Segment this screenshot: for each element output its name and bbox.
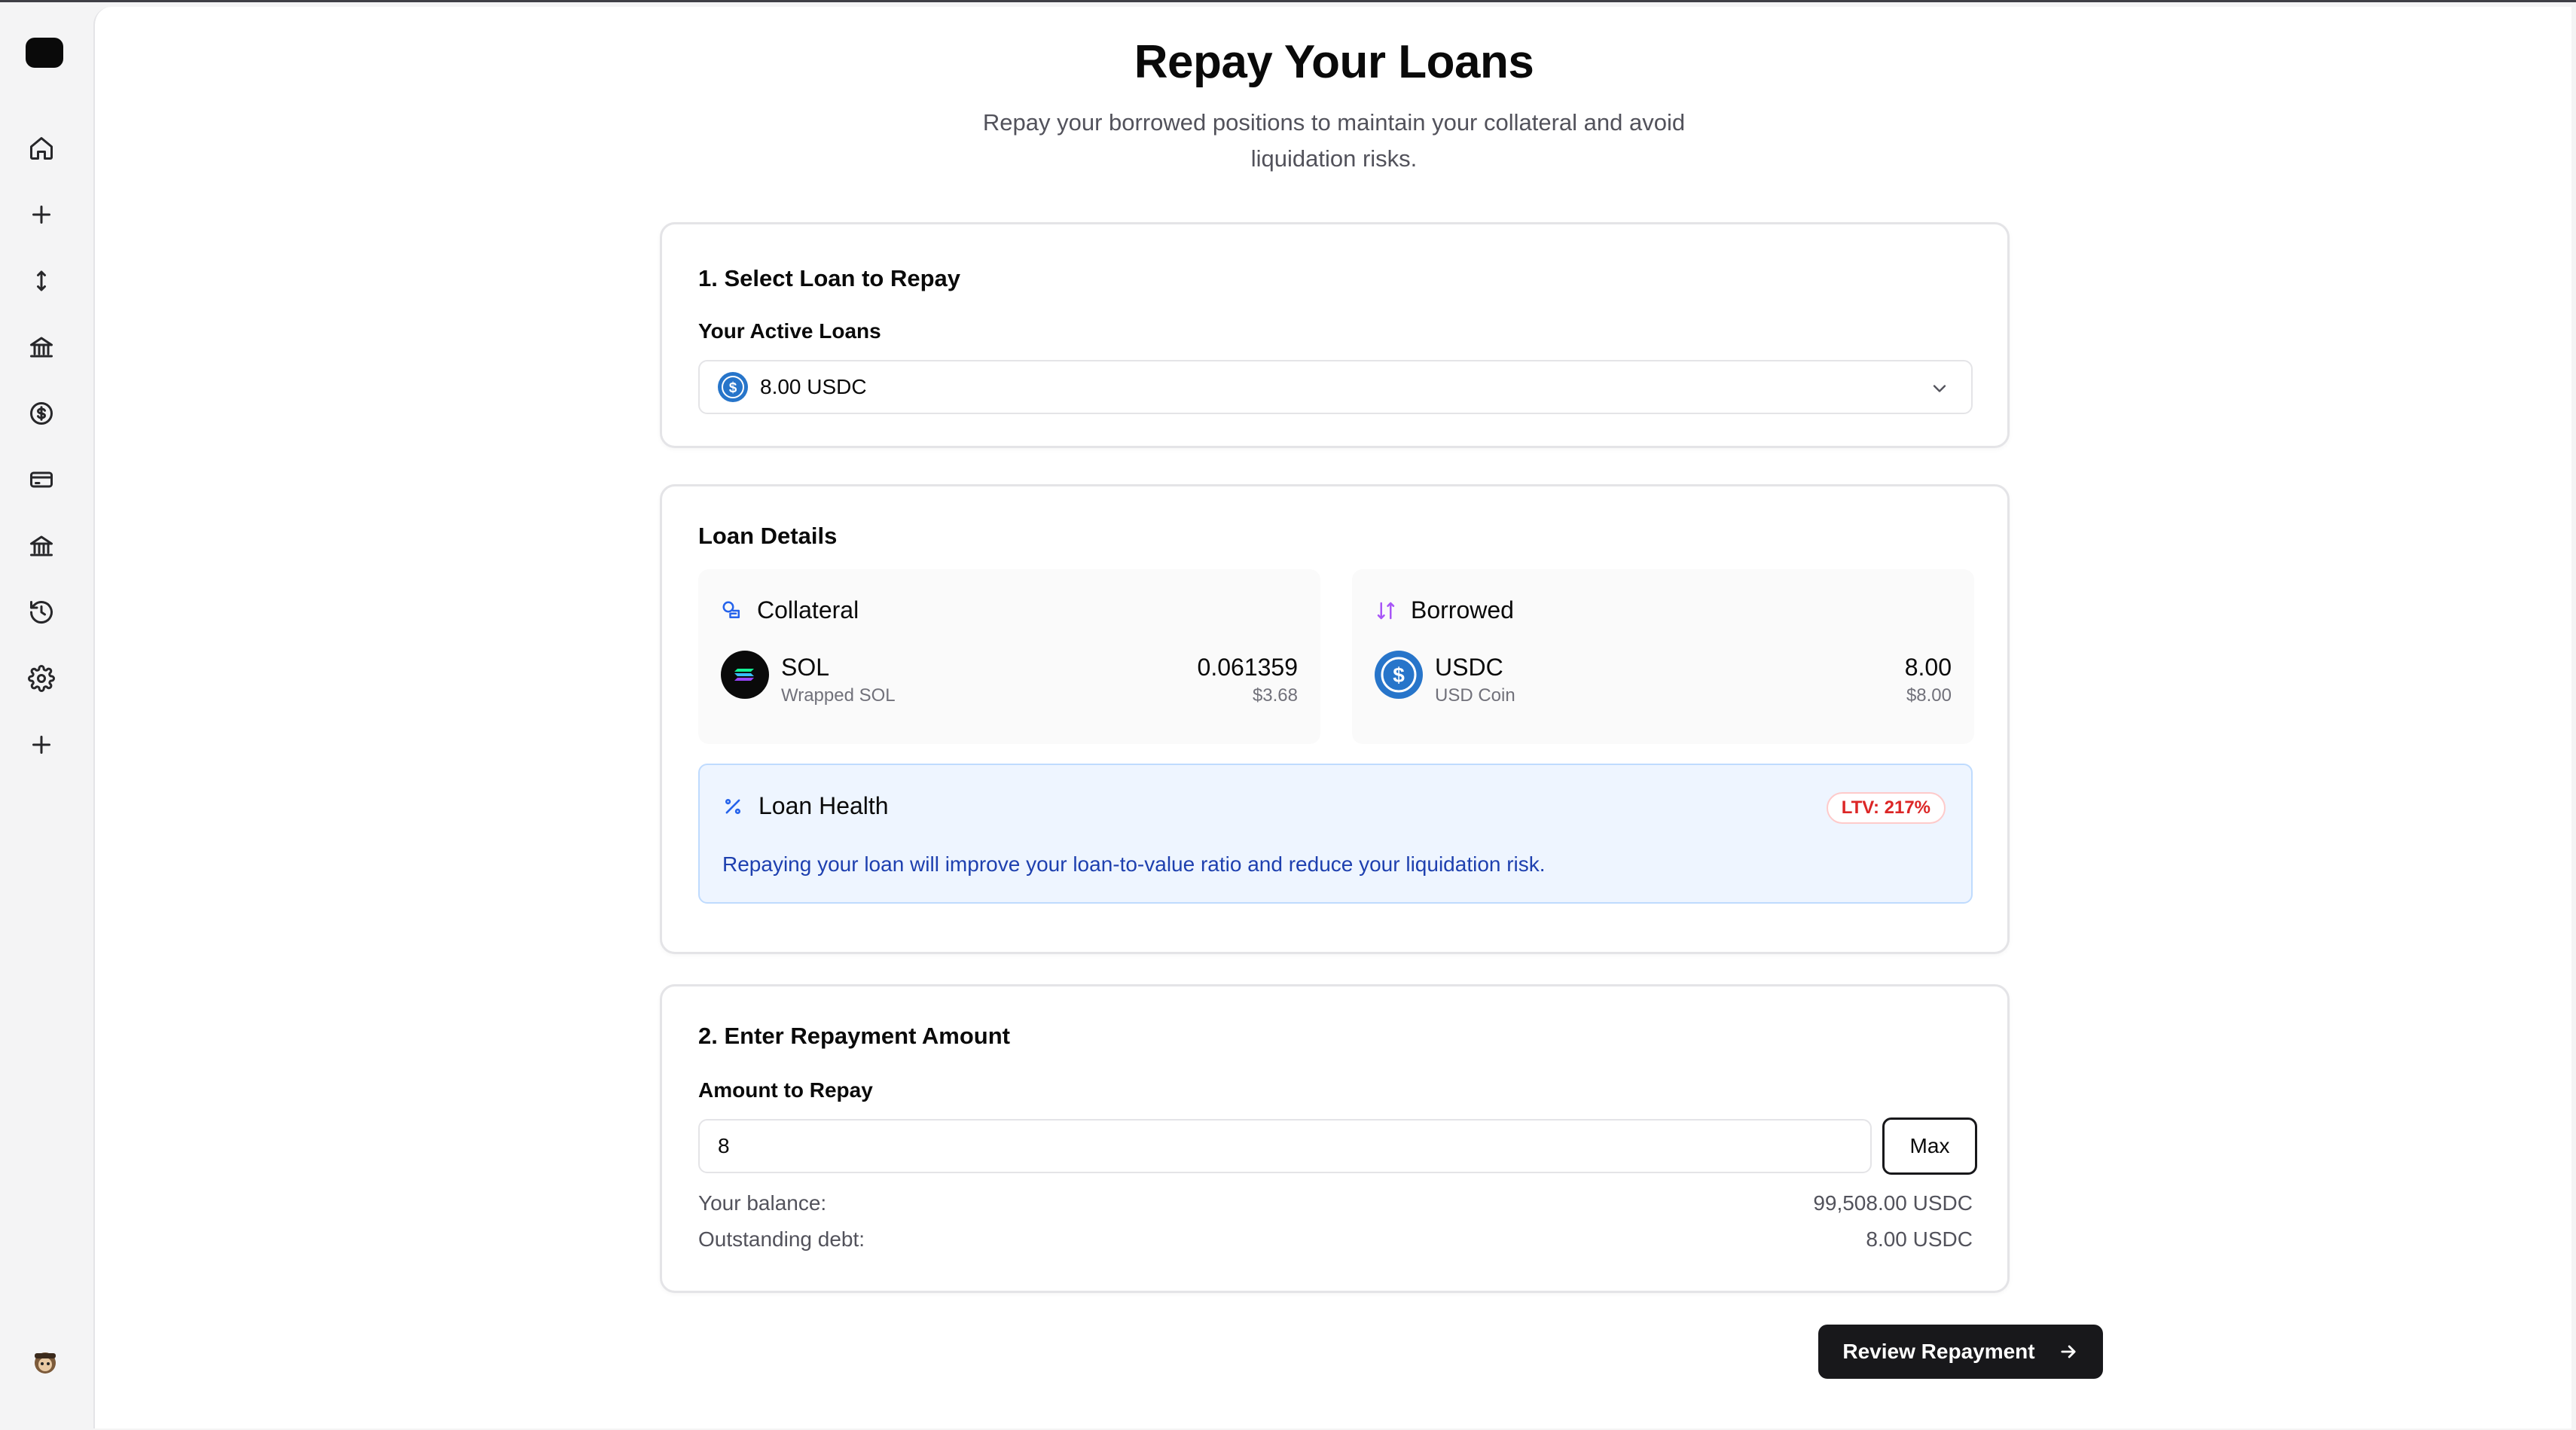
review-repayment-label: Review Repayment [1842, 1340, 2035, 1363]
asset-amount: 8.00 [1904, 654, 1952, 681]
bank-icon[interactable] [26, 331, 57, 363]
amount-label: Amount to Repay [698, 1078, 873, 1102]
section-title: Loan Details [698, 523, 838, 549]
active-loans-label: Your Active Loans [698, 319, 881, 343]
debt-label: Outstanding debt: [698, 1227, 865, 1251]
app-logo[interactable] [26, 38, 63, 68]
repay-amount-input[interactable] [698, 1119, 1872, 1173]
percent-icon [725, 798, 741, 814]
page-title: Repay Your Loans [1134, 36, 1534, 88]
loan-health-heading: Loan Health [722, 792, 889, 820]
debt-value: 8.00 USDC [1866, 1227, 1973, 1251]
app-frame: Repay Your Loans Repay your borrowed pos… [0, 0, 2576, 1430]
select-loan-card: 1. Select Loan to Repay Your Active Loan… [660, 222, 2010, 448]
coins-icon [722, 601, 740, 618]
plus-icon[interactable] [26, 729, 57, 761]
balance-row: Your balance: 99,508.00 USDC [698, 1191, 1973, 1215]
loan-details-card: Loan Details Collateral SOL Wrapped SOL … [660, 484, 2010, 954]
arrows-up-down-icon [1377, 602, 1395, 619]
credit-card-icon[interactable] [26, 464, 57, 495]
collateral-panel: Collateral SOL Wrapped SOL 0.061359 $3.6… [698, 569, 1320, 744]
history-icon[interactable] [26, 596, 57, 628]
asset-symbol: SOL [781, 654, 830, 681]
asset-usd-value: $8.00 [1906, 685, 1952, 706]
balance-value: 99,508.00 USDC [1813, 1191, 1973, 1215]
max-button[interactable]: Max [1882, 1117, 1977, 1175]
chevron-down-icon [1933, 385, 1946, 392]
section-title: 2. Enter Repayment Amount [698, 1023, 1010, 1049]
usdc-coin-icon: $ [1375, 651, 1423, 699]
borrowed-asset-row: $ USDC USD Coin 8.00 $8.00 [1375, 651, 1952, 706]
transfer-icon[interactable] [26, 265, 57, 297]
asset-amount: 0.061359 [1197, 654, 1298, 681]
collateral-heading: Collateral [721, 596, 859, 624]
asset-symbol: USDC [1435, 654, 1503, 681]
asset-name: USD Coin [1435, 685, 1515, 706]
bank-icon[interactable] [26, 530, 57, 562]
svg-text:$: $ [729, 380, 737, 396]
selected-loan: 8.00 USDC [760, 375, 867, 398]
plus-icon[interactable] [26, 199, 57, 230]
debt-row: Outstanding debt: 8.00 USDC [698, 1227, 1973, 1252]
collateral-asset-row: SOL Wrapped SOL 0.061359 $3.68 [721, 651, 1298, 706]
main-content: Repay Your Loans Repay your borrowed pos… [93, 7, 2571, 1428]
review-repayment-button[interactable]: Review Repayment [1818, 1325, 2103, 1379]
asset-usd-value: $3.68 [1252, 685, 1298, 706]
gear-icon[interactable] [26, 663, 57, 694]
balance-label: Your balance: [698, 1191, 827, 1215]
asset-name: Wrapped SOL [781, 685, 896, 706]
svg-text:$: $ [1393, 663, 1405, 687]
borrowed-panel: Borrowed $ USDC USD Coin 8.00 $8.00 [1352, 569, 1974, 744]
ltv-badge: LTV: 217% [1826, 792, 1946, 824]
dollar-icon[interactable] [26, 398, 57, 429]
avatar[interactable] [29, 1345, 62, 1378]
borrowed-heading: Borrowed [1375, 596, 1514, 624]
loan-health-panel: Loan Health LTV: 217% Repaying your loan… [698, 764, 1973, 904]
sol-coin-icon [721, 651, 769, 699]
page-subtitle: Repay your borrowed positions to maintai… [982, 109, 1686, 172]
repayment-amount-card: 2. Enter Repayment Amount Amount to Repa… [660, 984, 2010, 1293]
sidebar [0, 5, 93, 1430]
section-title: 1. Select Loan to Repay [698, 265, 960, 291]
arrow-right-icon [2061, 1345, 2076, 1358]
loan-health-message: Repaying your loan will improve your loa… [722, 852, 1546, 876]
home-icon[interactable] [26, 133, 57, 164]
active-loans-select[interactable]: $ 8.00 USDC [698, 360, 1973, 414]
user-avatar-icon [35, 1352, 56, 1374]
usdc-coin-icon: $ [718, 372, 748, 402]
